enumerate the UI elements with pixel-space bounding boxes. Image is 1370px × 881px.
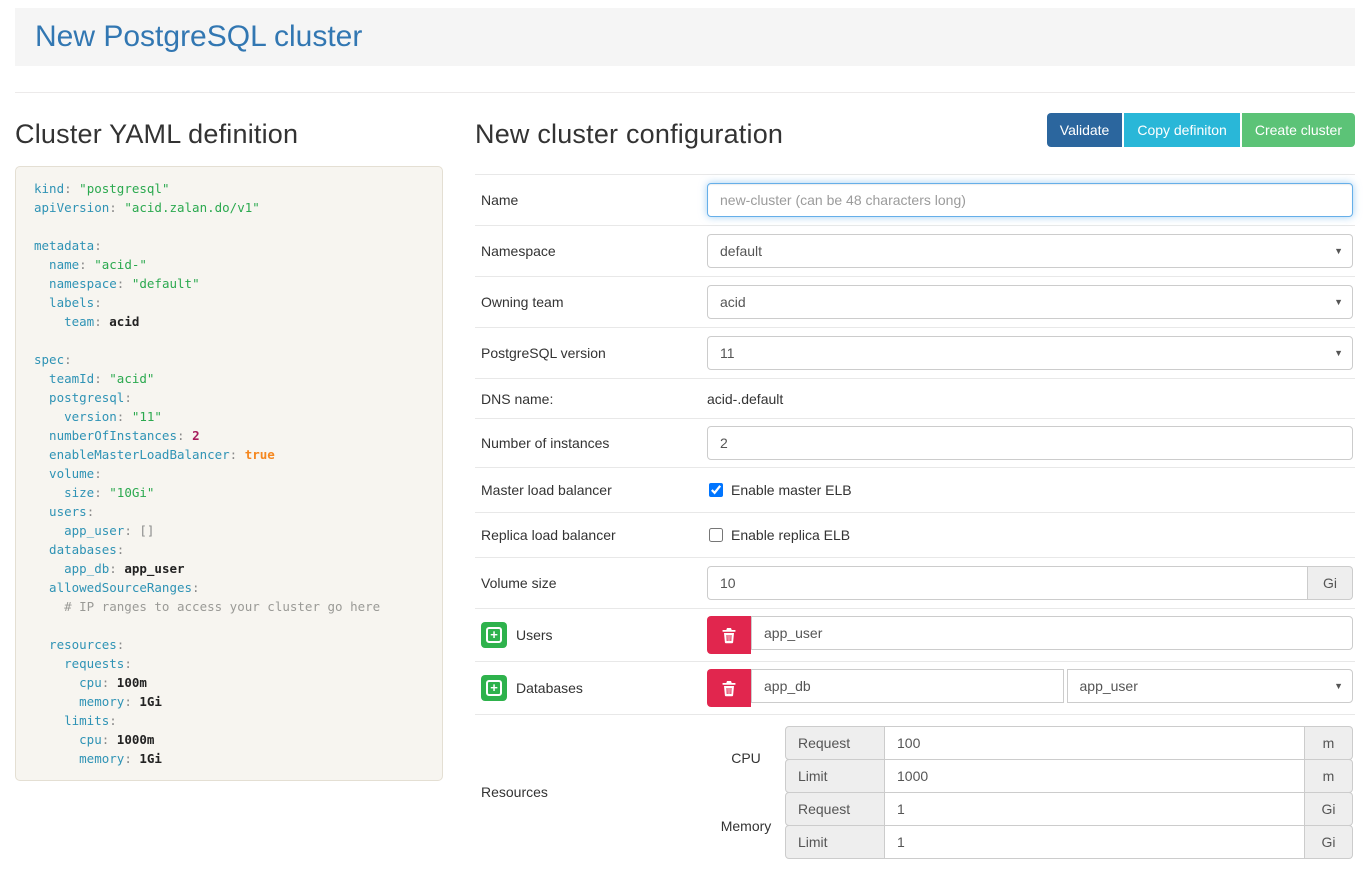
instances-row: Number of instances <box>475 419 1355 468</box>
page-header: New PostgreSQL cluster <box>15 8 1355 66</box>
config-actions: Validate Copy definiton Create cluster <box>1047 113 1355 147</box>
master-elb-checkbox-label: Enable master ELB <box>731 482 852 498</box>
cpu-request-unit: m <box>1305 726 1353 760</box>
memory-label: Memory <box>707 792 785 860</box>
memory-request-unit: Gi <box>1305 792 1353 826</box>
config-header: New cluster configuration Validate Copy … <box>475 109 1355 166</box>
volume-size-input[interactable] <box>707 566 1308 600</box>
owning-team-select[interactable]: acid <box>707 285 1353 319</box>
owning-team-label: Owning team <box>481 294 707 310</box>
replica-elb-checkbox-label: Enable replica ELB <box>731 527 850 543</box>
config-form: Name Namespace default ▼ <box>475 174 1355 869</box>
replica-lb-label: Replica load balancer <box>481 527 707 543</box>
dns-row: DNS name: acid-.default <box>475 379 1355 419</box>
database-name-input[interactable] <box>751 669 1064 703</box>
config-section-title: New cluster configuration <box>475 119 783 150</box>
memory-limit-unit: Gi <box>1305 825 1353 859</box>
add-database-button[interactable]: + <box>481 675 507 701</box>
trash-icon <box>721 680 737 697</box>
resources-row: Resources CPU Memory Request m Limit <box>475 715 1355 869</box>
memory-request-group: Request Gi <box>785 792 1353 826</box>
add-user-button[interactable]: + <box>481 622 507 648</box>
owning-team-row: Owning team acid ▼ <box>475 277 1355 328</box>
replica-elb-checkbox[interactable] <box>709 528 723 542</box>
cpu-label: CPU <box>707 724 785 792</box>
volume-row: Volume size Gi <box>475 558 1355 609</box>
cpu-limit-input[interactable] <box>885 759 1305 793</box>
replica-lb-row: Replica load balancer Enable replica ELB <box>475 513 1355 558</box>
yaml-column: Cluster YAML definition kind: "postgresq… <box>15 109 443 781</box>
databases-label: Databases <box>516 680 583 696</box>
plus-icon: + <box>486 627 502 643</box>
cpu-request-addon: Request <box>785 726 885 760</box>
cpu-request-group: Request m <box>785 726 1353 760</box>
pg-version-select[interactable]: 11 <box>707 336 1353 370</box>
pg-version-row: PostgreSQL version 11 ▼ <box>475 328 1355 379</box>
databases-row: + Databases <box>475 662 1355 715</box>
delete-database-button[interactable] <box>707 669 751 707</box>
create-cluster-button[interactable]: Create cluster <box>1242 113 1355 147</box>
validate-button[interactable]: Validate <box>1047 113 1123 147</box>
volume-label: Volume size <box>481 575 707 591</box>
namespace-select[interactable]: default <box>707 234 1353 268</box>
namespace-label: Namespace <box>481 243 707 259</box>
resources-label: Resources <box>481 784 707 800</box>
cpu-limit-unit: m <box>1305 759 1353 793</box>
delete-user-button[interactable] <box>707 616 751 654</box>
master-lb-label: Master load balancer <box>481 482 707 498</box>
config-column: New cluster configuration Validate Copy … <box>475 109 1355 869</box>
instances-label: Number of instances <box>481 435 707 451</box>
memory-limit-group: Limit Gi <box>785 825 1353 859</box>
memory-limit-input[interactable] <box>885 825 1305 859</box>
dns-value: acid-.default <box>707 391 783 407</box>
name-row: Name <box>475 175 1355 226</box>
dns-label: DNS name: <box>481 391 707 407</box>
page-title: New PostgreSQL cluster <box>35 20 1335 54</box>
plus-icon: + <box>486 680 502 696</box>
copy-definition-button[interactable]: Copy definiton <box>1124 113 1240 147</box>
name-label: Name <box>481 192 707 208</box>
page: New PostgreSQL cluster Cluster YAML defi… <box>0 0 1370 869</box>
cpu-request-input[interactable] <box>885 726 1305 760</box>
pg-version-label: PostgreSQL version <box>481 345 707 361</box>
instances-input[interactable] <box>707 426 1353 460</box>
yaml-section-title: Cluster YAML definition <box>15 119 443 150</box>
users-label: Users <box>516 627 553 643</box>
database-owner-select[interactable]: app_user <box>1067 669 1354 703</box>
user-name-input[interactable] <box>751 616 1353 650</box>
users-row: + Users <box>475 609 1355 662</box>
cpu-limit-addon: Limit <box>785 759 885 793</box>
name-input[interactable] <box>707 183 1353 217</box>
header-divider <box>15 92 1355 93</box>
volume-unit-addon: Gi <box>1308 566 1353 600</box>
namespace-row: Namespace default ▼ <box>475 226 1355 277</box>
memory-request-addon: Request <box>785 792 885 826</box>
memory-request-input[interactable] <box>885 792 1305 826</box>
master-lb-row: Master load balancer Enable master ELB <box>475 468 1355 513</box>
memory-limit-addon: Limit <box>785 825 885 859</box>
yaml-definition: kind: "postgresql"apiVersion: "acid.zala… <box>15 166 443 781</box>
trash-icon <box>721 627 737 644</box>
master-elb-checkbox[interactable] <box>709 483 723 497</box>
content: Cluster YAML definition kind: "postgresq… <box>15 109 1355 869</box>
cpu-limit-group: Limit m <box>785 759 1353 793</box>
